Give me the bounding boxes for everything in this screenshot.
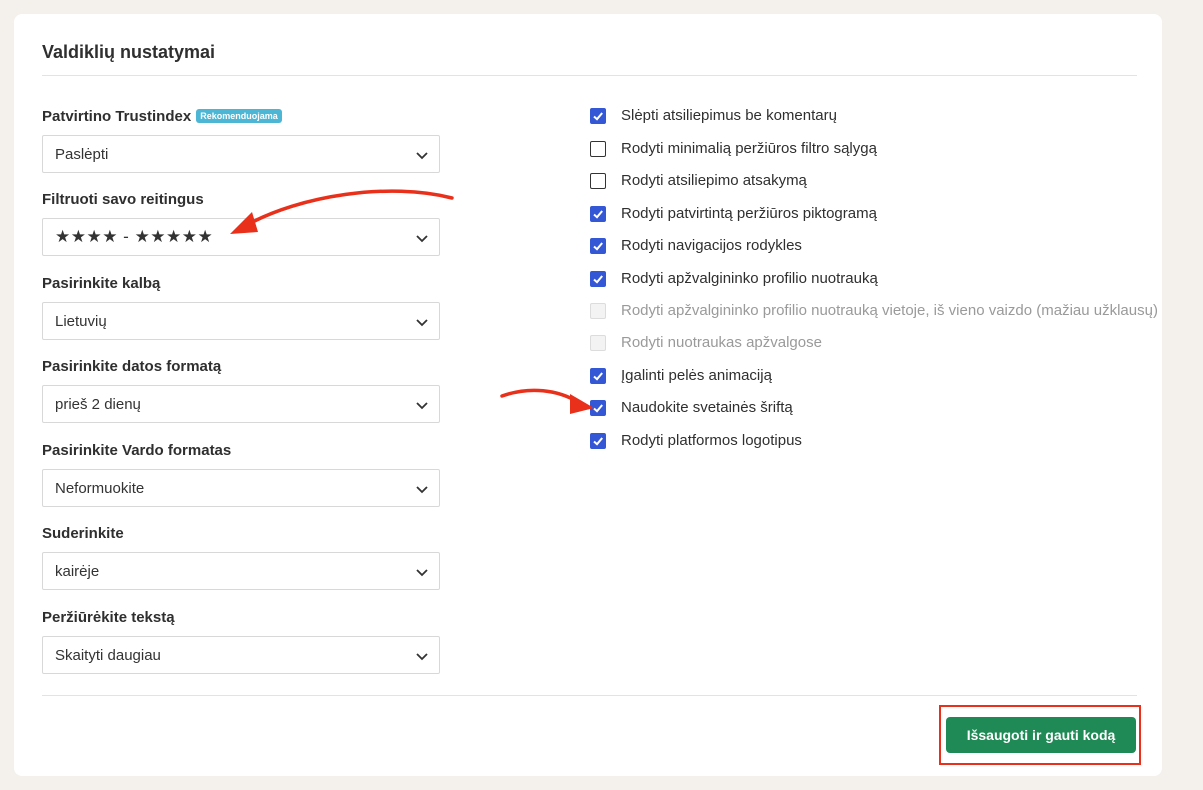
- checkmark-icon: [593, 437, 603, 446]
- select-value: Paslėpti: [55, 146, 109, 163]
- chevron-down-icon: [416, 235, 428, 243]
- chevron-down-icon: [416, 402, 428, 410]
- checkbox[interactable]: [590, 173, 606, 189]
- option-label: Rodyti minimalią peržiūros filtro sąlygą: [621, 140, 877, 157]
- option-label: Naudokite svetainės šriftą: [621, 399, 793, 416]
- panel-title: Valdiklių nustatymai: [42, 42, 216, 62]
- checkbox: [590, 303, 606, 319]
- field-label-alignment: Suderinkite: [42, 525, 124, 542]
- annotation-highlight-box: [939, 705, 1141, 765]
- checkbox[interactable]: [590, 108, 606, 124]
- field-label-name-format: Pasirinkite Vardo formatas: [42, 442, 232, 459]
- checkbox: [590, 335, 606, 351]
- option-label: Įgalinti pelės animaciją: [621, 367, 772, 384]
- recommended-badge: Rekomenduojama: [196, 109, 282, 123]
- option-label: Rodyti patvirtintą peržiūros piktogramą: [621, 205, 877, 222]
- select-value: prieš 2 dienų: [55, 396, 141, 413]
- field-label-date-format: Pasirinkite datos formatą: [42, 358, 222, 375]
- checkmark-icon: [593, 404, 603, 413]
- field-label-filter-ratings: Filtruoti savo reitingus: [42, 191, 204, 208]
- checkbox[interactable]: [590, 271, 606, 287]
- checkbox[interactable]: [590, 368, 606, 384]
- chevron-down-icon: [416, 653, 428, 661]
- field-label-text: Patvirtino Trustindex: [42, 108, 192, 125]
- checkmark-icon: [593, 275, 603, 284]
- checkmark-icon: [593, 242, 603, 251]
- chevron-down-icon: [416, 152, 428, 160]
- field-label-review-text: Peržiūrėkite tekstą: [42, 609, 175, 626]
- select-value: Skaityti daugiau: [55, 647, 161, 664]
- select-verified-by[interactable]: Paslėpti: [42, 135, 440, 173]
- top-divider: [42, 75, 1137, 76]
- checkbox[interactable]: [590, 206, 606, 222]
- chevron-down-icon: [416, 569, 428, 577]
- bottom-divider: [42, 695, 1137, 696]
- field-label-verified-by: Patvirtino Trustindex Rekomenduojama: [42, 108, 282, 125]
- select-language[interactable]: Lietuvių: [42, 302, 440, 340]
- checkbox[interactable]: [590, 141, 606, 157]
- select-value: Neformuokite: [55, 480, 145, 497]
- chevron-down-icon: [416, 486, 428, 494]
- select-value: kairėje: [55, 563, 100, 580]
- select-alignment[interactable]: kairėje: [42, 552, 440, 590]
- select-filter-ratings[interactable]: ★★★★ - ★★★★★: [42, 218, 440, 256]
- chevron-down-icon: [416, 319, 428, 327]
- select-name-format[interactable]: Neformuokite: [42, 469, 440, 507]
- option-label: Rodyti platformos logotipus: [621, 432, 802, 449]
- option-label: Slėpti atsiliepimus be komentarų: [621, 107, 837, 124]
- select-value: ★★★★ - ★★★★★: [55, 227, 214, 246]
- widget-settings-panel: Valdiklių nustatymai Patvirtino Trustind…: [14, 14, 1162, 776]
- option-label: Rodyti apžvalgininko profilio nuotrauką: [621, 270, 878, 287]
- option-label: Rodyti nuotraukas apžvalgose: [621, 334, 822, 351]
- option-label: Rodyti apžvalgininko profilio nuotrauką …: [621, 302, 1158, 319]
- checkbox[interactable]: [590, 238, 606, 254]
- checkmark-icon: [593, 210, 603, 219]
- checkmark-icon: [593, 112, 603, 121]
- checkmark-icon: [593, 372, 603, 381]
- checkbox[interactable]: [590, 433, 606, 449]
- option-label: Rodyti navigacijos rodykles: [621, 237, 802, 254]
- checkbox[interactable]: [590, 400, 606, 416]
- option-label: Rodyti atsiliepimo atsakymą: [621, 172, 807, 189]
- select-date-format[interactable]: prieš 2 dienų: [42, 385, 440, 423]
- select-review-text[interactable]: Skaityti daugiau: [42, 636, 440, 674]
- field-label-language: Pasirinkite kalbą: [42, 275, 161, 292]
- select-value: Lietuvių: [55, 313, 107, 330]
